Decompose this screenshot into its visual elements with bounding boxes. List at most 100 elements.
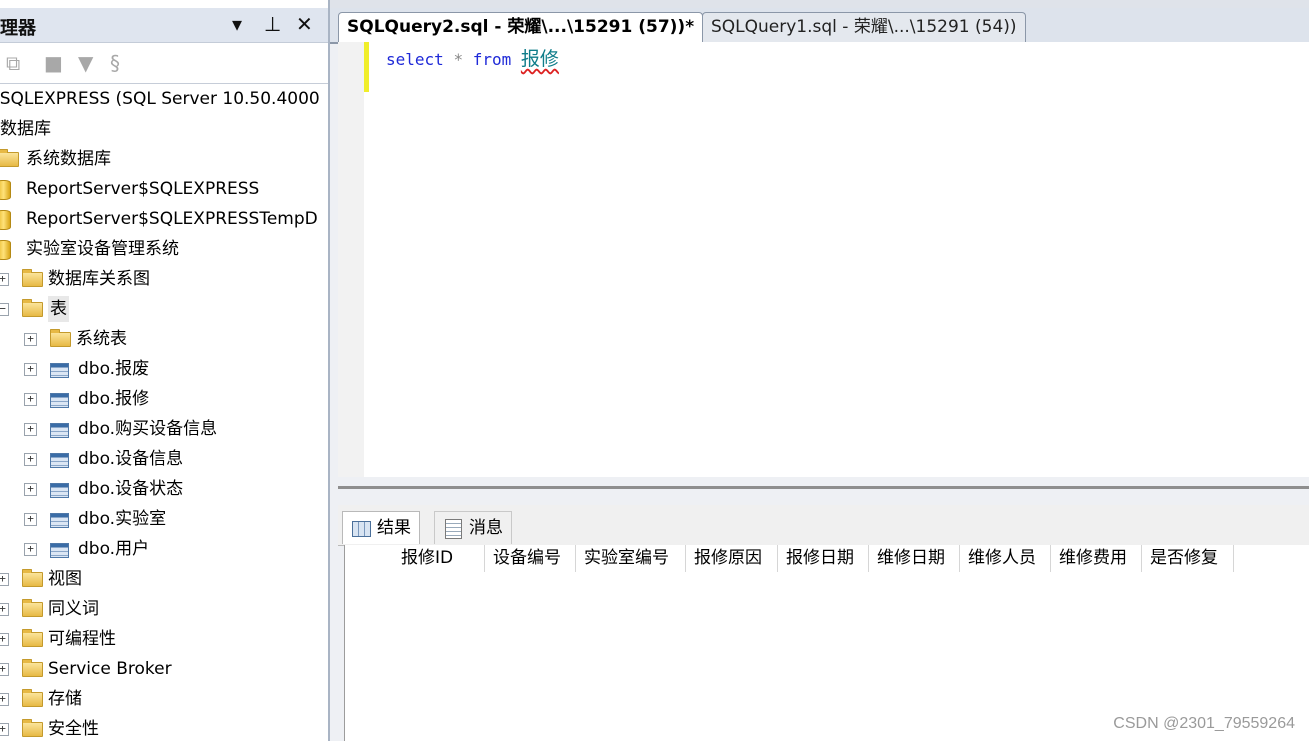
message-icon	[445, 519, 462, 539]
tree-item-label: dbo.报修	[78, 389, 150, 409]
tree-item[interactable]: + dbo.报废	[0, 356, 328, 382]
tree-item[interactable]: + dbo.用户	[0, 536, 328, 562]
expand-icon[interactable]: +	[0, 633, 9, 646]
column-header[interactable]: 实验室编号	[576, 545, 686, 572]
tree-item[interactable]: ReportServer$SQLEXPRESSTempD	[0, 206, 328, 232]
tree-item-label: dbo.用户	[78, 539, 150, 559]
results-tabbar: 结果 消息	[338, 505, 1309, 546]
expand-icon[interactable]: +	[24, 423, 37, 436]
column-header[interactable]: 报修ID	[393, 545, 485, 572]
folder-icon	[22, 299, 43, 317]
expand-icon[interactable]: +	[24, 453, 37, 466]
stop-icon[interactable]: ■	[44, 51, 63, 75]
folder-icon	[0, 149, 19, 167]
tree-item[interactable]: + 同义词	[0, 596, 328, 622]
column-header[interactable]: 报修日期	[778, 545, 869, 572]
expand-icon[interactable]: +	[0, 273, 9, 286]
tree-item-label: 视图	[48, 569, 82, 589]
tree-item[interactable]: 实验室设备管理系统	[0, 236, 328, 262]
tree-item[interactable]: \SQLEXPRESS (SQL Server 10.50.4000	[0, 86, 328, 112]
horizontal-scrollbar[interactable]	[338, 486, 1309, 489]
explorer-title: 理器	[0, 18, 36, 39]
tab-results[interactable]: 结果	[342, 511, 420, 544]
database-icon	[0, 180, 11, 200]
expand-icon[interactable]: +	[24, 363, 37, 376]
expand-icon[interactable]: +	[0, 573, 9, 586]
tree-item[interactable]: + dbo.设备信息	[0, 446, 328, 472]
database-icon	[0, 240, 11, 260]
expand-icon[interactable]: +	[24, 483, 37, 496]
close-icon[interactable]: ✕	[296, 12, 313, 36]
column-header[interactable]: 是否修复	[1142, 545, 1234, 572]
expand-icon[interactable]: +	[0, 603, 9, 616]
folder-icon	[22, 269, 43, 287]
tree-item-label: ReportServer$SQLEXPRESS	[26, 179, 260, 199]
column-header[interactable]: 设备编号	[485, 545, 576, 572]
tree-item-label: ReportServer$SQLEXPRESSTempD	[26, 209, 318, 229]
tree-item[interactable]: + 存储	[0, 686, 328, 712]
tree-item[interactable]: + dbo.购买设备信息	[0, 416, 328, 442]
disconnect-icon[interactable]: ⧉	[6, 51, 20, 75]
expand-icon[interactable]: +	[24, 513, 37, 526]
column-header[interactable]: 维修人员	[960, 545, 1051, 572]
expand-icon[interactable]: +	[24, 333, 37, 346]
folder-icon	[50, 329, 71, 347]
tree-item-label: 表	[48, 296, 69, 322]
change-indicator	[364, 42, 369, 92]
expand-icon[interactable]: +	[24, 393, 37, 406]
tree-item[interactable]: + dbo.报修	[0, 386, 328, 412]
tab-results-label: 结果	[377, 518, 411, 538]
tree-item[interactable]: 数据库	[0, 116, 328, 142]
table-icon	[50, 453, 69, 468]
editor-gutter	[338, 42, 364, 477]
tree-item[interactable]: 系统数据库	[0, 146, 328, 172]
tree-item[interactable]: −表	[0, 296, 328, 322]
object-explorer: 理器 ▾ ⊥ ✕ ⧉ ■ ▼ § \SQLEXPRESS (SQL Server…	[0, 0, 330, 741]
tree-item[interactable]: ReportServer$SQLEXPRESS	[0, 176, 328, 202]
tree-item[interactable]: + dbo.设备状态	[0, 476, 328, 502]
refresh-icon[interactable]: §	[110, 51, 120, 75]
pin-icon[interactable]: ⊥	[264, 12, 281, 36]
expand-icon[interactable]: +	[0, 693, 9, 706]
tree-item[interactable]: + Service Broker	[0, 656, 328, 682]
folder-icon	[22, 719, 43, 737]
tree-item[interactable]: + 视图	[0, 566, 328, 592]
chevron-down-icon[interactable]: ▾	[232, 12, 242, 36]
tree-item-label: dbo.设备状态	[78, 479, 184, 499]
tree-item[interactable]: + dbo.实验室	[0, 506, 328, 532]
tab-messages-label: 消息	[469, 518, 503, 538]
document-tabbar: SQLQuery2.sql - 荣耀\...\15291 (57))* SQLQ…	[330, 8, 1309, 44]
tree-item-label: \SQLEXPRESS (SQL Server 10.50.4000	[0, 89, 320, 109]
expand-icon[interactable]: +	[0, 663, 9, 676]
query-editor[interactable]: select * from 报修	[338, 42, 1309, 477]
tree-item-label: 存储	[48, 689, 82, 709]
column-header[interactable]: 维修费用	[1051, 545, 1142, 572]
tree-item[interactable]: + 可编程性	[0, 626, 328, 652]
keyword-from: from	[472, 50, 512, 69]
filter-icon[interactable]: ▼	[78, 51, 93, 75]
expand-icon[interactable]: +	[24, 543, 37, 556]
code-line[interactable]: select * from 报修	[386, 44, 559, 71]
tree-item-label: 实验室设备管理系统	[26, 239, 179, 259]
expand-icon[interactable]: +	[0, 723, 9, 736]
column-header[interactable]: 维修日期	[869, 545, 960, 572]
tab-messages[interactable]: 消息	[434, 511, 512, 544]
tree-item[interactable]: + 系统表	[0, 326, 328, 352]
tree-item[interactable]: + 安全性	[0, 716, 328, 741]
tree-item-label: dbo.购买设备信息	[78, 419, 218, 439]
folder-icon	[22, 599, 43, 617]
column-header[interactable]: 报修原因	[686, 545, 778, 572]
grid-icon	[352, 521, 371, 537]
folder-icon	[22, 629, 43, 647]
tree-item[interactable]: + 数据库关系图	[0, 266, 328, 292]
table-icon	[50, 423, 69, 438]
collapse-icon[interactable]: −	[0, 303, 9, 316]
folder-icon	[22, 659, 43, 677]
table-icon	[50, 543, 69, 558]
folder-icon	[22, 689, 43, 707]
tab-sqlquery1[interactable]: SQLQuery1.sql - 荣耀\...\15291 (54))	[702, 12, 1026, 42]
tree-item-label: Service Broker	[48, 659, 172, 679]
tab-sqlquery2[interactable]: SQLQuery2.sql - 荣耀\...\15291 (57))*	[338, 12, 704, 42]
document-area: SQLQuery2.sql - 荣耀\...\15291 (57))* SQLQ…	[330, 0, 1309, 741]
tree-item-label: 同义词	[48, 599, 99, 619]
